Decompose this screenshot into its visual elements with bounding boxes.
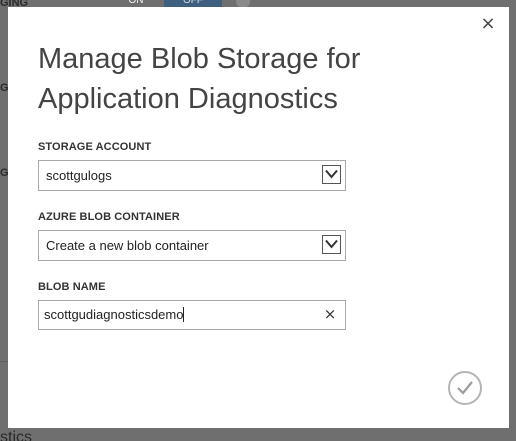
blob-container-select[interactable]: Create a new blob container	[38, 230, 346, 261]
chevron-down-icon	[325, 169, 338, 179]
close-button[interactable]: ×	[480, 13, 496, 34]
chevron-down-icon	[325, 239, 338, 249]
storage-account-selected-value: scottgulogs	[46, 168, 112, 183]
manage-blob-storage-dialog: × Manage Blob Storage for Application Di…	[8, 7, 509, 428]
blob-name-label: BLOB NAME	[38, 281, 106, 293]
clear-input-button[interactable]: ×	[323, 305, 337, 323]
blob-container-dropdown-button[interactable]	[322, 235, 341, 254]
dialog-title: Manage Blob Storage for Application Diag…	[38, 43, 361, 115]
clear-icon: ×	[323, 305, 337, 323]
checkmark-icon	[457, 381, 473, 395]
storage-account-label: STORAGE ACCOUNT	[38, 141, 152, 153]
confirm-button[interactable]	[448, 371, 482, 405]
close-icon: ×	[480, 13, 496, 34]
storage-account-select[interactable]: scottgulogs	[38, 160, 346, 191]
storage-account-dropdown-button[interactable]	[322, 165, 341, 184]
blob-name-input[interactable]: scottgudiagnosticsdemo ×	[38, 300, 346, 330]
blob-container-selected-value: Create a new blob container	[46, 238, 209, 253]
background-divider	[0, 361, 8, 362]
text-cursor	[183, 307, 185, 322]
blob-name-value: scottgudiagnosticsdemo	[44, 307, 184, 322]
background-heading-fragment: stics	[0, 429, 32, 441]
blob-container-label: AZURE BLOB CONTAINER	[38, 211, 180, 223]
